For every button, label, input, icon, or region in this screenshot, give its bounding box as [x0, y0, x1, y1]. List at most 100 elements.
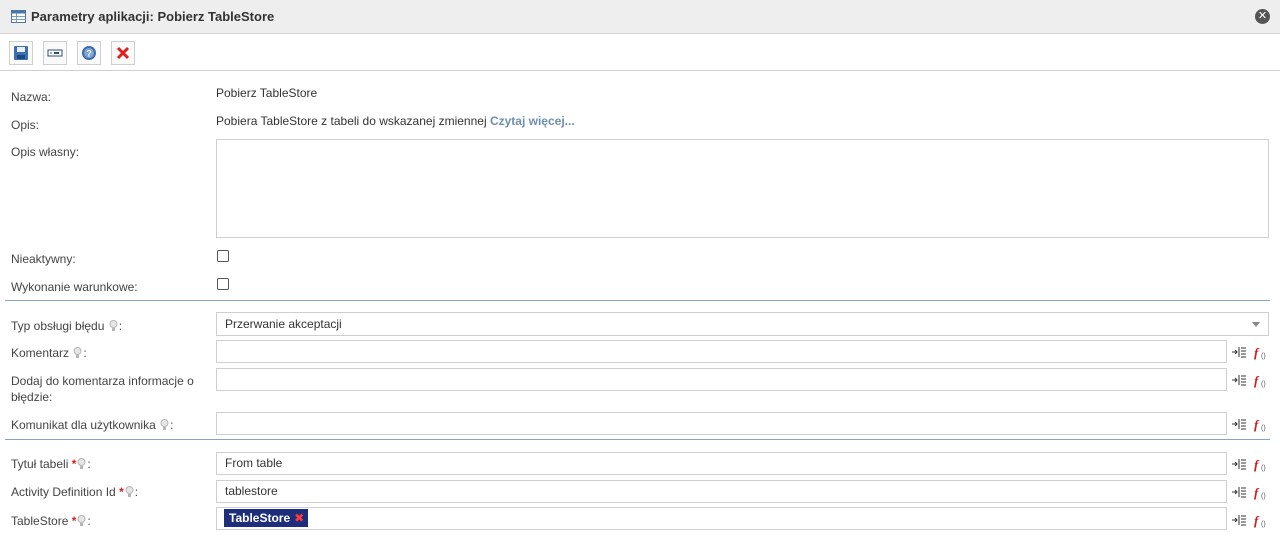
table-title-label: Tytuł tabeli * : — [11, 456, 91, 472]
lightbulb-icon — [77, 458, 86, 469]
svg-text:(): () — [1261, 353, 1266, 360]
name-value: Pobierz TableStore — [216, 86, 318, 100]
inactive-label: Nieaktywny: — [11, 252, 76, 266]
user-message-input[interactable] — [216, 412, 1227, 435]
lightbulb-icon — [125, 486, 134, 497]
toolbar: ? — [0, 35, 1280, 71]
save-button[interactable] — [9, 41, 33, 65]
table-title-input[interactable]: From table — [216, 452, 1227, 475]
function-icon[interactable]: f () — [1253, 512, 1269, 528]
colon: : — [134, 485, 139, 499]
svg-text:(): () — [1261, 465, 1266, 472]
tablestore-actions: f () — [1231, 512, 1271, 528]
window-titlebar: Parametry aplikacji: Pobierz TableStore … — [0, 0, 1280, 34]
table-title-label-text: Tytuł tabeli — [11, 457, 69, 471]
user-message-label-text: Komunikat dla użytkownika — [11, 418, 156, 432]
section-divider — [5, 300, 1270, 301]
error-handling-selected-value: Przerwanie akceptacji — [225, 317, 342, 331]
add-error-info-actions: f () — [1231, 372, 1271, 388]
svg-text:?: ? — [86, 49, 92, 59]
svg-text:f: f — [1254, 373, 1260, 388]
insert-variable-icon[interactable] — [1231, 416, 1247, 432]
svg-text:(): () — [1261, 493, 1266, 500]
insert-variable-icon[interactable] — [1231, 344, 1247, 360]
add-error-info-input[interactable] — [216, 368, 1227, 391]
own-description-textarea[interactable] — [216, 139, 1269, 238]
svg-text:(): () — [1261, 425, 1266, 432]
name-label: Nazwa: — [11, 90, 52, 104]
help-button[interactable]: ? — [77, 41, 101, 65]
svg-text:f: f — [1254, 345, 1260, 360]
delete-button[interactable] — [111, 41, 135, 65]
inactive-checkbox[interactable] — [217, 250, 229, 262]
tablestore-input[interactable] — [216, 507, 1227, 530]
svg-text:f: f — [1254, 485, 1260, 500]
add-error-info-label-line2: błędzie: — [11, 390, 53, 404]
description-text: Pobiera TableStore z tabeli do wskazanej… — [216, 114, 487, 128]
error-handling-select[interactable]: Przerwanie akceptacji — [216, 312, 1269, 336]
error-handling-label-text: Typ obsługi błędu — [11, 319, 105, 333]
close-icon[interactable]: ✕ — [1255, 9, 1270, 24]
insert-variable-icon[interactable] — [1231, 512, 1247, 528]
insert-variable-icon[interactable] — [1231, 456, 1247, 472]
read-more-link[interactable]: Czytaj więcej... — [490, 114, 575, 128]
activity-definition-actions: f () — [1231, 484, 1271, 500]
own-description-label: Opis własny: — [11, 145, 80, 159]
user-message-label: Komunikat dla użytkownika : — [11, 417, 173, 433]
required-mark: * — [71, 514, 77, 528]
section-divider — [5, 439, 1270, 440]
function-icon[interactable]: f () — [1253, 372, 1269, 388]
lightbulb-icon — [73, 347, 82, 358]
user-message-actions: f () — [1231, 416, 1271, 432]
red-x-icon — [116, 46, 130, 60]
function-icon[interactable]: f () — [1253, 456, 1269, 472]
activity-definition-label-text: Activity Definition Id — [11, 485, 116, 499]
rename-button[interactable] — [43, 41, 67, 65]
comment-label: Komentarz : — [11, 345, 87, 361]
function-icon[interactable]: f () — [1253, 416, 1269, 432]
comment-label-text: Komentarz — [11, 346, 70, 360]
tablestore-label: TableStore * : — [11, 513, 91, 529]
comment-input[interactable] — [216, 340, 1227, 363]
required-mark: * — [71, 457, 77, 471]
tablestore-tag-label: TableStore — [229, 511, 291, 525]
colon: : — [87, 514, 91, 528]
lightbulb-icon — [160, 419, 169, 430]
tablestore-label-text: TableStore — [11, 514, 69, 528]
function-icon[interactable]: f () — [1253, 344, 1269, 360]
colon: : — [170, 418, 174, 432]
svg-text:f: f — [1254, 417, 1260, 432]
colon: : — [83, 346, 87, 360]
function-icon[interactable]: f () — [1253, 484, 1269, 500]
required-mark: * — [119, 485, 124, 499]
colon: : — [87, 457, 91, 471]
remove-tag-icon[interactable]: ✖ — [294, 511, 304, 525]
table-icon — [11, 10, 26, 23]
colon: : — [118, 319, 123, 333]
insert-variable-icon[interactable] — [1231, 484, 1247, 500]
form-content: Nazwa: Pobierz TableStore Opis: Pobiera … — [0, 72, 1280, 536]
svg-text:f: f — [1254, 513, 1260, 528]
description-label: Opis: — [11, 118, 40, 132]
table-title-actions: f () — [1231, 456, 1271, 472]
description-value: Pobiera TableStore z tabeli do wskazanej… — [216, 114, 575, 128]
window-title: Parametry aplikacji: Pobierz TableStore — [31, 9, 275, 24]
activity-definition-input[interactable]: tablestore — [216, 480, 1227, 503]
lightbulb-icon — [77, 515, 86, 526]
conditional-execution-checkbox[interactable] — [217, 278, 229, 290]
add-error-info-label-line1: Dodaj do komentarza informacje o — [11, 374, 194, 388]
activity-definition-label: Activity Definition Id * : — [11, 484, 138, 500]
error-handling-label: Typ obsługi błędu : — [11, 318, 122, 334]
add-error-info-label: Dodaj do komentarza informacje o błędzie… — [11, 373, 194, 405]
question-icon: ? — [82, 46, 96, 60]
tablestore-tag: TableStore ✖ — [224, 509, 309, 527]
floppy-disk-icon — [14, 46, 28, 60]
text-field-icon — [47, 49, 63, 57]
svg-text:(): () — [1261, 521, 1266, 528]
insert-variable-icon[interactable] — [1231, 372, 1247, 388]
svg-text:(): () — [1261, 381, 1266, 388]
conditional-execution-label: Wykonanie warunkowe: — [11, 280, 138, 294]
chevron-down-icon — [1252, 322, 1260, 327]
lightbulb-icon — [109, 320, 118, 331]
comment-actions: f () — [1231, 344, 1271, 360]
